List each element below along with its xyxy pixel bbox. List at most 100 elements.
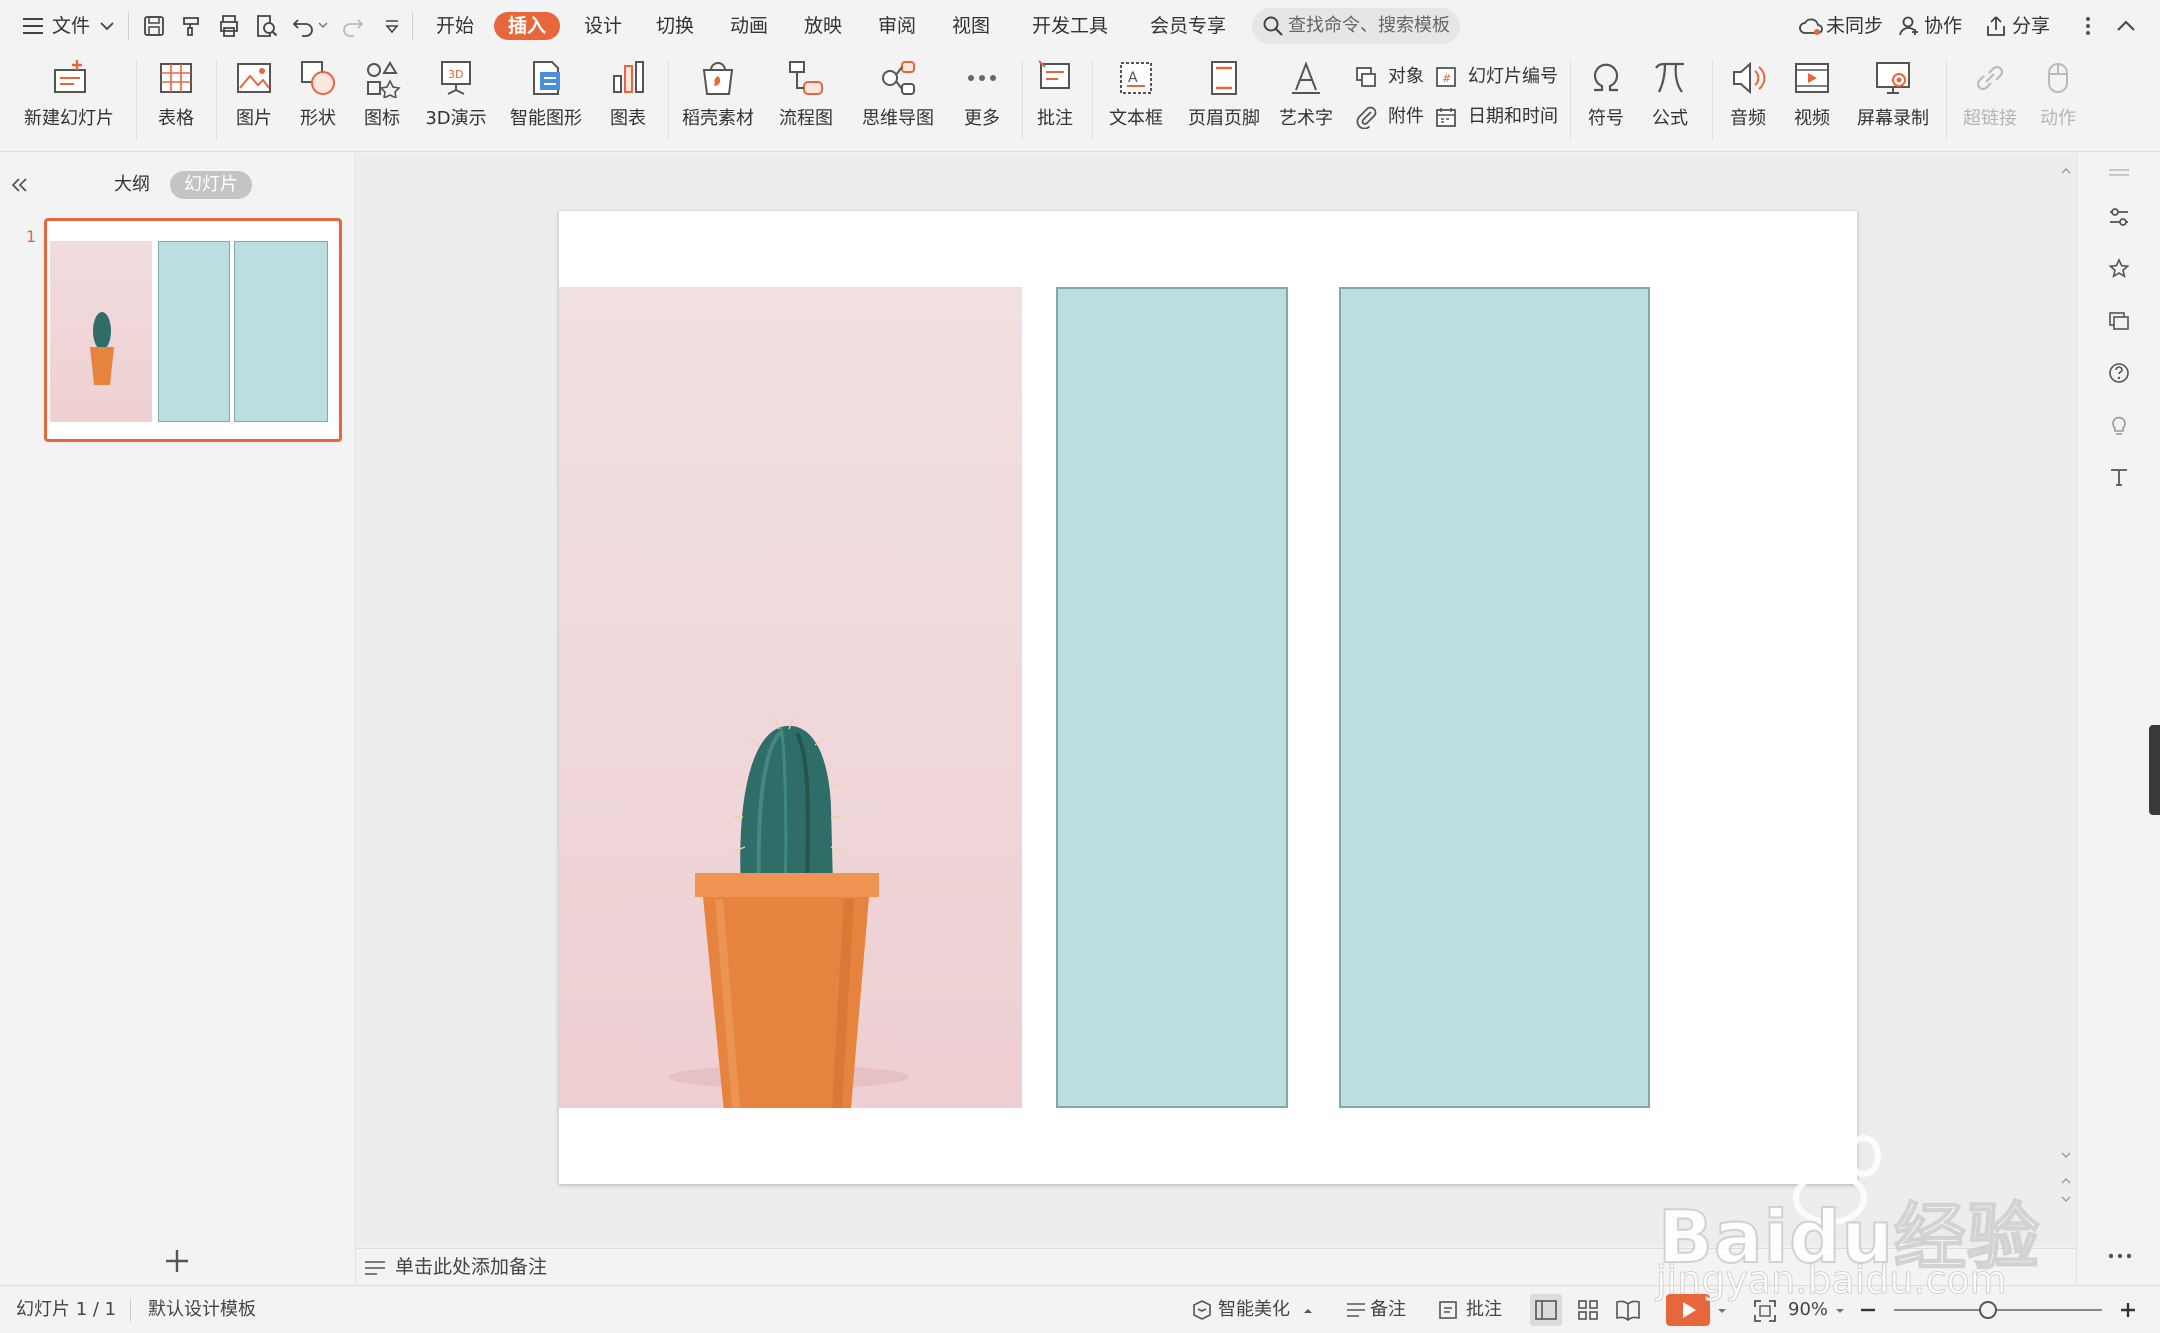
teal-rectangle-left[interactable]: [1056, 287, 1288, 1108]
normal-view-button[interactable]: [1530, 1294, 1562, 1326]
comment-toggle-button[interactable]: 批注: [1466, 1286, 1502, 1333]
attachment-button[interactable]: 附件: [1354, 102, 1424, 132]
screen-record-button[interactable]: 屏幕录制: [1852, 58, 1934, 146]
sorter-view-button[interactable]: [1572, 1294, 1604, 1326]
transition-icon[interactable]: [2107, 309, 2131, 333]
zoom-slider-thumb[interactable]: [1978, 1301, 1997, 1319]
zoom-level[interactable]: 90%: [1788, 1286, 1828, 1333]
symbol-button[interactable]: 符号: [1578, 58, 1634, 146]
slide-number-button[interactable]: # 幻灯片编号: [1434, 62, 1558, 92]
animation-star-icon[interactable]: [2107, 257, 2131, 281]
play-slideshow-button[interactable]: [1666, 1294, 1710, 1326]
smartart-button[interactable]: 智能图形: [500, 58, 592, 146]
print-preview-icon[interactable]: [252, 12, 280, 40]
audio-button[interactable]: 音频: [1720, 58, 1776, 146]
tab-insert[interactable]: 插入: [494, 12, 561, 40]
notes-toggle-button[interactable]: 备注: [1370, 1286, 1406, 1333]
action-button[interactable]: 动作: [2030, 58, 2086, 146]
tab-design[interactable]: 设计: [576, 10, 630, 42]
reading-view-button[interactable]: [1612, 1294, 1644, 1326]
datetime-button[interactable]: 日期和时间: [1434, 102, 1558, 132]
cloud-sync-icon[interactable]: [1798, 14, 1824, 38]
search-box[interactable]: 查找命令、搜索模板: [1252, 8, 1460, 44]
text-format-icon[interactable]: [2107, 465, 2131, 489]
tab-outline[interactable]: 大纲: [104, 169, 160, 201]
undo-icon[interactable]: [290, 12, 318, 40]
collapse-ribbon-icon[interactable]: [2114, 14, 2138, 38]
more-options-icon[interactable]: [2080, 14, 2096, 38]
collaborate-icon[interactable]: [1898, 14, 1922, 38]
beautify-button[interactable]: 智能美化: [1218, 1286, 1290, 1333]
save-icon[interactable]: [140, 12, 168, 40]
tab-home[interactable]: 开始: [428, 10, 482, 42]
tab-view[interactable]: 视图: [944, 10, 998, 42]
textbox-button[interactable]: A 文本框: [1100, 58, 1172, 146]
cactus-photo[interactable]: [559, 287, 1022, 1108]
icon-button[interactable]: 图标: [354, 58, 410, 146]
shape-button[interactable]: 形状: [290, 58, 346, 146]
slide[interactable]: [559, 211, 1857, 1184]
new-slide-button[interactable]: 新建幻灯片: [14, 58, 124, 146]
side-handle[interactable]: [2149, 725, 2160, 815]
separator: [668, 60, 669, 140]
hamburger-menu-icon[interactable]: [20, 14, 46, 38]
mindmap-button[interactable]: 思维导图: [854, 58, 942, 146]
share-button[interactable]: 分享: [2012, 10, 2050, 42]
hyperlink-button[interactable]: 超链接: [1954, 58, 2026, 146]
notes-toggle-icon[interactable]: [1344, 1298, 1368, 1322]
table-button[interactable]: 表格: [148, 58, 204, 146]
comment-toggle-icon[interactable]: [1436, 1298, 1460, 1322]
more-button[interactable]: 更多: [954, 58, 1010, 146]
formula-button[interactable]: 公式: [1642, 58, 1698, 146]
header-footer-button[interactable]: 页眉页脚: [1180, 58, 1268, 146]
teal-rectangle-right[interactable]: [1339, 287, 1650, 1108]
comment-button[interactable]: 批注: [1030, 58, 1080, 146]
share-icon[interactable]: [1984, 14, 2008, 38]
undo-dropdown-icon[interactable]: [318, 22, 328, 30]
file-menu[interactable]: 文件: [52, 10, 90, 42]
tab-member[interactable]: 会员专享: [1142, 10, 1234, 42]
shape-label: 形状: [300, 108, 336, 129]
zoom-dropdown-icon[interactable]: [1834, 1306, 1846, 1316]
sync-status[interactable]: 未同步: [1826, 10, 1883, 42]
add-slide-icon[interactable]: [162, 1246, 192, 1276]
fit-window-icon[interactable]: [1752, 1298, 1778, 1324]
slide-thumbnail[interactable]: [44, 218, 342, 442]
zoom-slider-track[interactable]: [1894, 1301, 2102, 1319]
chart-button[interactable]: 图表: [600, 58, 656, 146]
notes-bar[interactable]: 单击此处添加备注: [357, 1248, 2075, 1285]
collaborate-button[interactable]: 协作: [1924, 10, 1962, 42]
more-tools-icon[interactable]: [2107, 1251, 2133, 1261]
tab-slides[interactable]: 幻灯片: [170, 171, 252, 199]
material-button[interactable]: 稻壳素材: [678, 58, 758, 146]
hyperlink-label: 超链接: [1963, 108, 2017, 129]
tab-slideshow[interactable]: 放映: [796, 10, 850, 42]
beautify-dropdown-icon[interactable]: [1302, 1306, 1314, 1316]
vertical-scrollbar[interactable]: [2057, 153, 2075, 1247]
tab-animation[interactable]: 动画: [722, 10, 776, 42]
beautify-icon[interactable]: [1190, 1298, 1214, 1322]
tab-transition[interactable]: 切换: [648, 10, 702, 42]
print-icon[interactable]: [215, 12, 243, 40]
mindmap-icon: [882, 61, 915, 95]
tab-developer[interactable]: 开发工具: [1024, 10, 1116, 42]
3d-demo-button[interactable]: 3D 3D演示: [424, 58, 488, 146]
properties-icon[interactable]: [2107, 205, 2131, 229]
tab-review[interactable]: 审阅: [870, 10, 924, 42]
flowchart-button[interactable]: 流程图: [770, 58, 842, 146]
template-name[interactable]: 默认设计模板: [148, 1286, 256, 1333]
zoom-in-icon[interactable]: [2118, 1300, 2138, 1320]
video-button[interactable]: 视频: [1784, 58, 1840, 146]
help-icon[interactable]: [2107, 361, 2131, 385]
wordart-button[interactable]: 艺术字: [1272, 58, 1340, 146]
zoom-out-icon[interactable]: [1858, 1300, 1878, 1320]
format-painter-icon[interactable]: [178, 12, 206, 40]
play-dropdown-icon[interactable]: [1716, 1306, 1728, 1316]
customize-quick-access-icon[interactable]: [378, 12, 406, 40]
lightbulb-icon[interactable]: [2107, 413, 2131, 437]
object-button[interactable]: 对象: [1354, 62, 1424, 92]
picture-button[interactable]: 图片: [226, 58, 282, 146]
redo-icon[interactable]: [338, 12, 366, 40]
collapse-panel-icon[interactable]: [8, 174, 30, 196]
chevron-down-icon[interactable]: [98, 18, 116, 34]
